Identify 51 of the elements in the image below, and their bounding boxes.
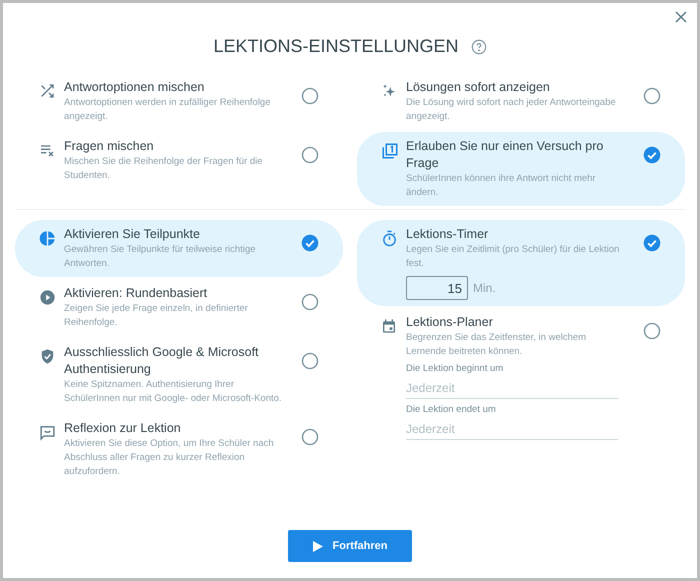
close-icon: [675, 11, 687, 23]
help-icon[interactable]: [470, 38, 487, 54]
option-description: Mischen Sie die Reihenfolge der Fragen für die Studenten.: [64, 155, 264, 183]
option-title: Ausschliesslich Google & Microsoft Authentisierung: [64, 344, 260, 378]
play-icon: [312, 540, 322, 552]
option-title: Aktivieren Sie Teilpunkte: [64, 226, 201, 243]
option-title: Fragen mischen: [64, 138, 155, 155]
option-title: Antwortoptionen mischen: [64, 79, 206, 96]
option-description: Keine Spitznamen. Authentisierung Ihrer SchülerInnen nur mit Google- oder Microsoft-Konto.: [64, 378, 282, 406]
field-label: Die Lektion endet um: [406, 403, 497, 417]
shield-check-icon: [39, 348, 56, 365]
field-label: Die Lektion beginnt um: [406, 362, 504, 376]
time-field[interactable]: Jederzeit: [406, 378, 618, 398]
option-description: Begrenzen Sie das Zeitfenster, in welchem Lernende beitreten können.: [406, 331, 588, 359]
radio-circle[interactable]: [301, 352, 319, 370]
option-description: Gewähren Sie Teilpunkte für teilweise richtige Antworten.: [64, 243, 257, 271]
radio-circle[interactable]: [643, 87, 661, 105]
option-title: Lektions-Timer: [406, 226, 490, 243]
radio-circle[interactable]: [301, 146, 319, 164]
checked-circle[interactable]: [301, 234, 319, 252]
checked-circle[interactable]: [643, 234, 661, 252]
option-title: Aktivieren: Rundenbasiert: [64, 285, 208, 302]
option-title: Lektions-Planer: [406, 314, 494, 331]
sparkles-icon: [381, 83, 397, 99]
option-description: Aktivieren Sie diese Option, um Ihre Schüler nach Abschluss aller Fragen zu kurzer Reflexion aufzufordern.: [64, 437, 275, 479]
option-description: Legen Sie ein Zeitlimit (pro Schüler) für die Lektion fest.: [406, 243, 620, 271]
option-title: Lösungen sofort anzeigen: [406, 79, 551, 96]
option-description: Zeigen Sie jede Frage einzeln, in definierter Reihenfolge.: [64, 302, 249, 330]
comment-icon: [39, 424, 56, 441]
calendar-icon: [381, 318, 397, 334]
continue-button[interactable]: Fortfahren: [288, 530, 412, 562]
radio-circle[interactable]: [301, 87, 319, 105]
radio-circle[interactable]: [301, 293, 319, 311]
close-button[interactable]: [673, 9, 689, 25]
option-title: Erlauben Sie nur einen Versuch pro Frage: [406, 138, 604, 172]
one-copy-icon: [381, 142, 399, 160]
pie-chart-icon: [39, 230, 56, 247]
radio-circle[interactable]: [301, 428, 319, 446]
shuffle-icon: [39, 83, 55, 99]
stopwatch-icon: [381, 230, 398, 247]
minutes-unit: Min.: [473, 280, 496, 297]
option-title: Reflexion zur Lektion: [64, 420, 182, 437]
option-description: Die Lösung wird sofort nach jeder Antworteingabe angezeigt.: [406, 96, 617, 124]
radio-circle[interactable]: [643, 322, 661, 340]
play-circle-icon: [39, 289, 56, 306]
option-description: Antwortoptionen werden in zufälliger Reihenfolge angezeigt.: [64, 96, 272, 124]
minutes-field[interactable]: 15: [406, 276, 468, 300]
dialog-title: LEKTIONS-EINSTELLUNGEN: [213, 35, 459, 58]
option-description: SchülerInnen können ihre Antwort nicht mehr ändern.: [406, 172, 597, 200]
checked-circle[interactable]: [643, 146, 661, 164]
time-field[interactable]: Jederzeit: [406, 420, 618, 440]
